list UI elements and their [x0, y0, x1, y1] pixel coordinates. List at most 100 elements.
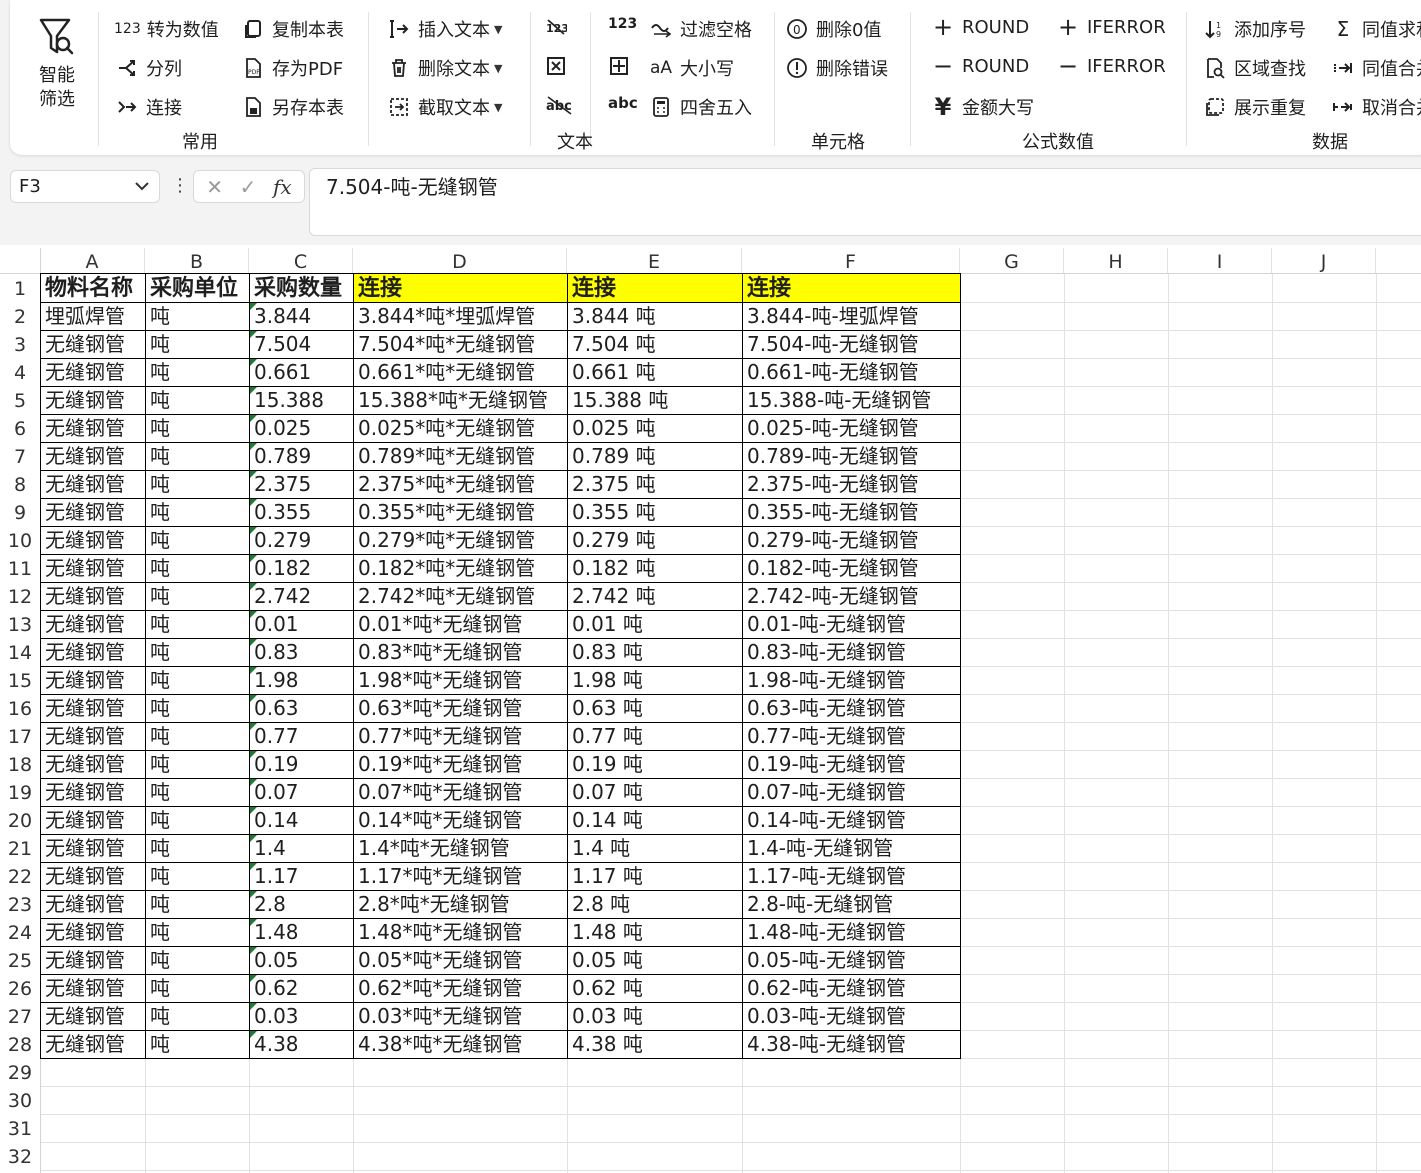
column-header-i[interactable]: I — [1168, 248, 1272, 274]
table-cell[interactable]: 0.025-吨-无缝钢管 — [742, 414, 961, 443]
convert-to-number-button[interactable]: 123 转为数值 — [114, 16, 219, 42]
table-cell[interactable]: 0.01 — [249, 610, 354, 639]
table-cell[interactable]: 1.98-吨-无缝钢管 — [742, 666, 961, 695]
table-cell[interactable]: 无缝钢管 — [40, 470, 146, 499]
row-header[interactable]: 28 — [0, 1030, 40, 1058]
extract-text-dropdown[interactable]: 截取文本 ▼ — [388, 94, 502, 120]
table-cell[interactable]: 0.01-吨-无缝钢管 — [742, 610, 961, 639]
column-header-h[interactable]: H — [1064, 248, 1168, 274]
table-cell[interactable]: 2.8 — [249, 890, 354, 919]
table-cell[interactable]: 3.844 — [249, 302, 354, 331]
table-cell[interactable]: 1.4-吨-无缝钢管 — [742, 834, 961, 863]
confirm-icon[interactable]: ✓ — [240, 175, 257, 199]
keep-letters-button[interactable]: abc — [608, 94, 638, 112]
column-header-d[interactable]: D — [353, 248, 567, 274]
row-header[interactable]: 19 — [0, 778, 40, 806]
table-cell[interactable]: 0.03 吨 — [567, 1002, 743, 1031]
table-cell[interactable]: 吨 — [145, 694, 250, 723]
remove-digits-button[interactable]: 123 — [545, 16, 575, 38]
table-cell[interactable]: 吨 — [145, 1002, 250, 1031]
table-cell[interactable]: 无缝钢管 — [40, 554, 146, 583]
table-cell[interactable]: 0.03*吨*无缝钢管 — [353, 1002, 568, 1031]
table-cell[interactable]: 0.62 — [249, 974, 354, 1003]
table-cell[interactable]: 吨 — [145, 610, 250, 639]
table-cell[interactable]: 1.17-吨-无缝钢管 — [742, 862, 961, 891]
table-cell[interactable]: 吨 — [145, 806, 250, 835]
table-cell[interactable]: 2.375*吨*无缝钢管 — [353, 470, 568, 499]
table-cell[interactable]: 吨 — [145, 582, 250, 611]
column-header-e[interactable]: E — [567, 248, 742, 274]
table-cell[interactable]: 15.388-吨-无缝钢管 — [742, 386, 961, 415]
table-cell[interactable]: 吨 — [145, 442, 250, 471]
row-header[interactable]: 29 — [0, 1058, 40, 1086]
row-header[interactable]: 14 — [0, 638, 40, 666]
row-header[interactable]: 11 — [0, 554, 40, 582]
table-cell[interactable]: 0.182*吨*无缝钢管 — [353, 554, 568, 583]
row-header[interactable]: 1 — [0, 274, 40, 302]
table-cell[interactable]: 0.05 — [249, 946, 354, 975]
column-header-g[interactable]: G — [960, 248, 1064, 274]
show-duplicates-button[interactable]: 展示重复 — [1204, 94, 1306, 120]
table-cell[interactable]: 无缝钢管 — [40, 890, 146, 919]
table-cell[interactable]: 吨 — [145, 1030, 250, 1059]
column-header-b[interactable]: B — [145, 248, 249, 274]
table-cell[interactable]: 吨 — [145, 358, 250, 387]
remove-iferror-button[interactable]: − IFERROR — [1057, 52, 1166, 80]
formula-input[interactable]: 7.504-吨-无缝钢管 — [309, 168, 1421, 236]
row-header[interactable]: 31 — [0, 1114, 40, 1142]
table-cell[interactable]: 0.83 — [249, 638, 354, 667]
table-cell[interactable]: 0.01 吨 — [567, 610, 743, 639]
table-cell[interactable]: 2.742 吨 — [567, 582, 743, 611]
table-cell[interactable]: 无缝钢管 — [40, 862, 146, 891]
unmerge-button[interactable]: 取消合并 — [1332, 94, 1421, 120]
table-cell[interactable]: 吨 — [145, 778, 250, 807]
table-cell[interactable]: 0.182 — [249, 554, 354, 583]
table-cell[interactable]: 0.07 — [249, 778, 354, 807]
table-cell[interactable]: 吨 — [145, 498, 250, 527]
table-cell[interactable]: 0.77-吨-无缝钢管 — [742, 722, 961, 751]
table-cell[interactable]: 1.4 — [249, 834, 354, 863]
table-cell[interactable]: 0.05*吨*无缝钢管 — [353, 946, 568, 975]
row-header[interactable]: 6 — [0, 414, 40, 442]
header-cell[interactable]: 连接 — [567, 273, 743, 303]
row-header[interactable]: 4 — [0, 358, 40, 386]
table-cell[interactable]: 0.83*吨*无缝钢管 — [353, 638, 568, 667]
row-header[interactable]: 7 — [0, 442, 40, 470]
row-header[interactable]: 13 — [0, 610, 40, 638]
table-cell[interactable]: 无缝钢管 — [40, 918, 146, 947]
filter-spaces-button[interactable]: 过滤空格 — [650, 16, 752, 42]
same-value-sum-button[interactable]: Σ 同值求和 — [1332, 16, 1421, 42]
table-cell[interactable]: 0.355*吨*无缝钢管 — [353, 498, 568, 527]
table-cell[interactable]: 无缝钢管 — [40, 414, 146, 443]
table-cell[interactable]: 7.504 — [249, 330, 354, 359]
more-vertical-icon[interactable]: ⋮ — [171, 175, 189, 196]
table-cell[interactable]: 无缝钢管 — [40, 946, 146, 975]
table-cell[interactable]: 吨 — [145, 638, 250, 667]
table-cell[interactable]: 1.98 吨 — [567, 666, 743, 695]
row-header[interactable]: 16 — [0, 694, 40, 722]
round-button[interactable]: 四舍五入 — [650, 94, 752, 120]
table-cell[interactable]: 0.355 吨 — [567, 498, 743, 527]
split-column-button[interactable]: 分列 — [116, 55, 182, 81]
table-cell[interactable]: 1.17 吨 — [567, 862, 743, 891]
table-cell[interactable]: 0.14-吨-无缝钢管 — [742, 806, 961, 835]
header-cell[interactable]: 物料名称 — [40, 273, 146, 303]
row-header[interactable]: 2 — [0, 302, 40, 330]
table-cell[interactable]: 0.63 吨 — [567, 694, 743, 723]
row-header[interactable]: 18 — [0, 750, 40, 778]
table-cell[interactable]: 无缝钢管 — [40, 638, 146, 667]
table-cell[interactable]: 4.38 吨 — [567, 1030, 743, 1059]
table-cell[interactable]: 0.789 吨 — [567, 442, 743, 471]
row-header[interactable]: 8 — [0, 470, 40, 498]
column-header-a[interactable]: A — [40, 248, 145, 274]
table-cell[interactable]: 0.05 吨 — [567, 946, 743, 975]
table-cell[interactable]: 7.504-吨-无缝钢管 — [742, 330, 961, 359]
table-cell[interactable]: 吨 — [145, 918, 250, 947]
case-button[interactable]: aA 大小写 — [650, 55, 734, 81]
table-cell[interactable]: 2.742-吨-无缝钢管 — [742, 582, 961, 611]
keep-symbols-button[interactable] — [608, 55, 638, 77]
table-cell[interactable]: 无缝钢管 — [40, 722, 146, 751]
table-cell[interactable]: 吨 — [145, 554, 250, 583]
table-cell[interactable]: 无缝钢管 — [40, 778, 146, 807]
column-header-j[interactable]: J — [1272, 248, 1376, 274]
